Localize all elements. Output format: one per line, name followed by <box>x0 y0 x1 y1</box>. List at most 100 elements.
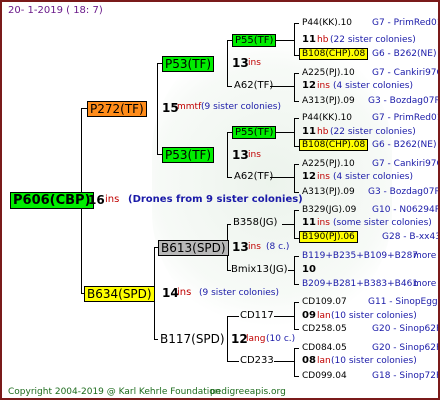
g5-queen[interactable]: B108(CHP).08 <box>299 48 369 60</box>
g5-queen[interactable]: A313(PJ).09 <box>302 188 355 197</box>
connector <box>294 348 295 377</box>
footer-url[interactable]: pedigreeapis.org <box>210 388 286 397</box>
g5-origin: G7 - PrimRed01 <box>372 113 440 123</box>
gen-unit: lan <box>317 356 331 366</box>
sister-note: (10 sister colonies) <box>331 356 417 366</box>
pedigree-frame: 20- 1-2019 ( 18: 7) P606(CBP) 16 ins (Dr… <box>0 0 440 400</box>
connector <box>294 164 299 165</box>
queen-p53-lower[interactable]: P53(TF) <box>162 147 215 163</box>
root-drone-note: (Drones from 9 sister colonies) <box>128 194 303 205</box>
connector <box>294 23 299 24</box>
gen-number: 10 <box>302 264 316 275</box>
g5-queen[interactable]: A313(PJ).09 <box>302 97 355 106</box>
queen-p55-upper[interactable]: P55(TF) <box>232 34 277 47</box>
g5-queen[interactable]: B329(JG).09 <box>302 206 356 215</box>
p53-lower-gen-unit: ins <box>248 150 261 160</box>
gen-number: 11 <box>302 34 316 45</box>
sister-note: (10 sister colonies) <box>331 311 417 321</box>
queen-b613[interactable]: B613(SPD) <box>158 240 229 256</box>
connector <box>227 177 232 178</box>
queen-b358[interactable]: B358(JG) <box>233 218 277 228</box>
connector <box>227 86 232 87</box>
gen-unit: hb <box>317 35 329 45</box>
queen-b117[interactable]: B117(SPD) <box>160 333 225 345</box>
sister-note: (4 sister colonies) <box>333 172 414 182</box>
connector <box>227 40 228 87</box>
connector <box>288 270 295 271</box>
g5-more-link[interactable]: more <box>413 280 436 289</box>
connector <box>294 302 299 303</box>
g5-origin: G6 - B262(NE) <box>372 49 437 59</box>
g5-origin: G20 - Sinop62R <box>372 343 440 353</box>
p53-upper-gen-number: 13 <box>232 56 249 70</box>
queen-cd233[interactable]: CD233 <box>240 356 274 366</box>
queen-p55-lower[interactable]: P55(TF) <box>232 126 277 139</box>
g5-origin: G7 - Cankiri97Q <box>372 68 440 78</box>
root-queen[interactable]: P606(CBP) <box>10 192 94 209</box>
queen-b634[interactable]: B634(SPD) <box>84 286 155 302</box>
connector <box>227 316 228 362</box>
gen-unit: ins <box>317 81 330 91</box>
g5-queen[interactable]: B108(CHP).08 <box>299 139 369 151</box>
connector <box>294 73 295 102</box>
connector <box>282 224 295 225</box>
gen-unit: hb <box>317 127 329 137</box>
b613-gen-number: 13 <box>232 240 249 254</box>
connector <box>294 192 299 193</box>
g5-more-link[interactable]: more <box>413 252 436 261</box>
g5-queen[interactable]: CD099.04 <box>302 372 347 381</box>
g5-origin: G11 - SinopEgg86R <box>368 297 438 307</box>
queen-cd117[interactable]: CD117 <box>240 311 274 321</box>
g5-origin: G3 - Bozdag07R <box>368 187 440 197</box>
connector <box>227 316 239 317</box>
queen-a62-lower[interactable]: A62(TF) <box>234 172 273 182</box>
g5-queen[interactable]: CD109.07 <box>302 298 347 307</box>
queen-p272[interactable]: P272(TF) <box>87 101 147 117</box>
g5-queen[interactable]: CD258.05 <box>302 325 347 334</box>
g5-queen[interactable]: CD084.05 <box>302 344 347 353</box>
gen-number: 11 <box>302 126 316 137</box>
g5-queen[interactable]: P44(KK).10 <box>302 114 352 123</box>
gen-number: 08 <box>302 355 316 366</box>
root-gen-number: 16 <box>88 193 105 207</box>
queen-p53-upper[interactable]: P53(TF) <box>162 56 215 72</box>
p53-lower-gen-number: 13 <box>232 148 249 162</box>
g5-queen[interactable]: B119+B235+B109+B287 <box>302 252 418 261</box>
queen-a62-upper[interactable]: A62(TF) <box>234 81 273 91</box>
connector <box>227 224 231 225</box>
sister-note: (4 sister colonies) <box>333 81 414 91</box>
sister-note: (some sister colonies) <box>333 218 432 228</box>
p272-gen-unit: mmtf <box>177 102 202 112</box>
g5-queen[interactable]: P44(KK).10 <box>302 19 352 28</box>
gen-number: 12 <box>302 80 316 91</box>
gen-number: 12 <box>302 171 316 182</box>
gen-unit: lan <box>317 311 331 321</box>
g5-queen[interactable]: B209+B281+B383+B461 <box>302 280 418 289</box>
g5-queen[interactable]: A225(PJ).10 <box>302 160 355 169</box>
gen-unit: ins <box>317 218 330 228</box>
connector <box>294 284 299 285</box>
b613-note: (8 c.) <box>266 242 290 252</box>
b613-gen-unit: ins <box>248 242 261 252</box>
g5-origin: G10 - N06294R <box>372 205 440 215</box>
gen-number: 11 <box>302 217 316 228</box>
connector <box>294 73 299 74</box>
b634-gen-unit: ins <box>177 287 192 298</box>
root-gen-unit: ins <box>105 194 120 205</box>
g5-queen[interactable]: B190(PJ).06 <box>299 231 358 243</box>
b117-gen-unit: lang <box>246 334 266 344</box>
g5-origin: G7 - PrimRed01 <box>372 18 440 28</box>
sister-note: (22 sister colonies) <box>330 35 416 45</box>
gen-number: 09 <box>302 310 316 321</box>
connector <box>227 132 228 178</box>
g5-origin: G28 - B-xx43 <box>382 232 440 242</box>
connector <box>294 210 299 211</box>
connector <box>294 101 299 102</box>
g5-queen[interactable]: A225(PJ).10 <box>302 69 355 78</box>
g5-origin: G18 - Sinop72R <box>372 371 440 381</box>
connector <box>294 256 299 257</box>
connector <box>294 376 299 377</box>
g5-origin: G3 - Bozdag07R <box>368 96 440 106</box>
queen-bmix13[interactable]: Bmix13(JG) <box>231 265 288 275</box>
g5-origin: G6 - B262(NE) <box>372 140 437 150</box>
